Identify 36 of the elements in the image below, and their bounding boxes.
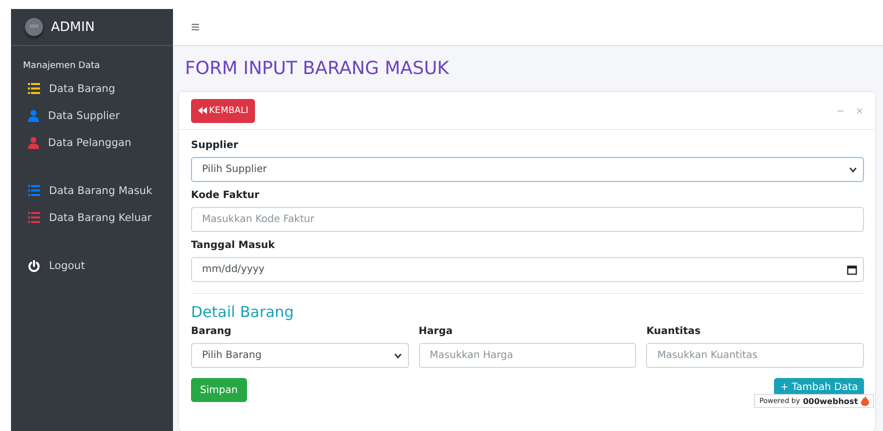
sidebar-item[interactable]: Data Barang [11, 75, 173, 102]
rewind-icon [198, 107, 207, 114]
caret-icon [394, 352, 402, 358]
badge-brand: 000webhost [802, 396, 858, 406]
calendar-icon[interactable] [847, 264, 857, 274]
list-icon [28, 83, 40, 94]
back-button[interactable]: KEMBALI [191, 98, 256, 122]
sidebar-item[interactable]: Data Barang Masuk [11, 177, 173, 204]
brand-title: ADMIN [51, 20, 95, 34]
input-field[interactable]: Masukkan Kode Faktur [191, 207, 864, 232]
flame-icon [861, 396, 869, 406]
input-field[interactable]: Masukkan Harga [418, 343, 636, 368]
field-label: Kode Faktur [191, 190, 260, 201]
menu-button[interactable]: ≡ [191, 18, 200, 36]
list-icon [28, 212, 40, 223]
section-title: Detail Barang [191, 303, 295, 321]
date-field[interactable]: mm/dd/yyyy [191, 257, 864, 282]
sidebar-item[interactable]: Data Supplier [11, 102, 173, 129]
sidebar-item[interactable]: Data Barang Keluar [11, 204, 173, 231]
field-label: Kuantitas [646, 326, 702, 337]
power-icon [28, 260, 40, 272]
page-title: FORM INPUT BARANG MASUK [185, 57, 450, 81]
field-label: Tanggal Masuk [191, 240, 276, 251]
user-icon [28, 136, 39, 148]
input-field[interactable]: Masukkan Kuantitas [646, 343, 864, 368]
section-heading: Manajemen Data [23, 61, 101, 71]
field-label: Harga [418, 326, 454, 337]
list-icon [28, 185, 40, 196]
select-field[interactable]: Pilih Supplier [191, 157, 864, 182]
sidebar-item[interactable]: Logout [11, 252, 173, 279]
caret-icon [849, 166, 857, 172]
field-label: Supplier [191, 140, 240, 151]
field-label: Barang [191, 326, 232, 337]
select-field[interactable]: Pilih Barang [191, 343, 409, 368]
user-icon [28, 110, 39, 122]
sidebar-item[interactable]: Data Pelanggan [11, 129, 173, 156]
